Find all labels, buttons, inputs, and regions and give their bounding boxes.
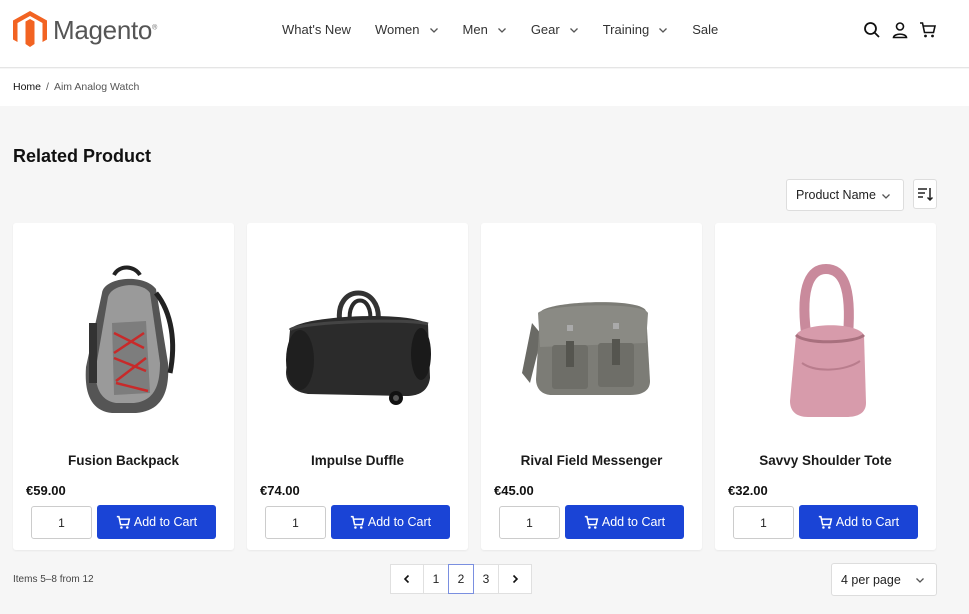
tote-image (789, 263, 866, 417)
page-button-3[interactable]: 3 (473, 564, 499, 594)
nav-item-gear[interactable]: Gear (531, 22, 579, 37)
breadcrumb-current: Aim Analog Watch (53, 81, 140, 93)
magento-logo-icon (13, 11, 47, 47)
next-page-button[interactable] (498, 564, 532, 594)
logo-text: Magento® (53, 14, 157, 45)
quantity-input[interactable] (733, 506, 794, 539)
previous-page-button[interactable] (390, 564, 424, 594)
page-button-2[interactable]: 2 (448, 564, 474, 594)
chevron-down-icon (429, 27, 438, 33)
per-page-select[interactable]: 4 per page (831, 563, 937, 596)
items-count: Items 5–8 from 12 (13, 574, 94, 585)
sort-select-value: Product Name (796, 188, 876, 202)
product-image[interactable] (13, 243, 234, 443)
product-card: Fusion Backpack €59.00 Add to Cart (13, 223, 234, 550)
add-to-cart-label: Add to Cart (835, 515, 900, 529)
product-card: Savvy Shoulder Tote €32.00 Add to Cart (715, 223, 936, 550)
product-image[interactable] (715, 243, 936, 443)
nav-item-training[interactable]: Training (603, 22, 668, 37)
duffle-image (285, 290, 431, 405)
chevron-down-icon (569, 27, 578, 33)
backpack-image (85, 265, 175, 413)
magento-logo[interactable]: Magento® (13, 11, 157, 49)
cart-icon (116, 515, 131, 529)
quantity-input[interactable] (499, 506, 560, 539)
section-title: Related Product (13, 146, 152, 166)
cart-icon (818, 515, 833, 529)
chevron-left-icon (403, 574, 410, 584)
header-actions (863, 21, 937, 39)
product-price: €74.00 (260, 483, 300, 498)
product-price: €32.00 (728, 483, 768, 498)
product-card: Rival Field Messenger €45.00 Add to Cart (481, 223, 702, 550)
nav-item-men[interactable]: Men (463, 22, 507, 37)
nav-item-sale[interactable]: Sale (692, 22, 718, 37)
chevron-down-icon (916, 578, 924, 583)
product-name[interactable]: Fusion Backpack (13, 453, 234, 468)
per-page-value: 4 per page (841, 572, 901, 587)
chevron-down-icon (882, 194, 890, 199)
breadcrumb-bar: Home / Aim Analog Watch (0, 69, 969, 106)
add-to-cart-button[interactable]: Add to Cart (799, 505, 918, 539)
page-button-1[interactable]: 1 (423, 564, 449, 594)
add-to-cart-button[interactable]: Add to Cart (97, 505, 216, 539)
product-card: Impulse Duffle €74.00 Add to Cart (247, 223, 468, 550)
pagination: 1 2 3 (390, 564, 532, 594)
search-icon[interactable] (863, 21, 881, 39)
add-to-cart-button[interactable]: Add to Cart (565, 505, 684, 539)
chevron-right-icon (512, 574, 519, 584)
breadcrumb-home[interactable]: Home (13, 81, 41, 93)
product-name[interactable]: Rival Field Messenger (481, 453, 702, 468)
breadcrumb: Home / Aim Analog Watch (13, 81, 139, 93)
add-to-cart-button[interactable]: Add to Cart (331, 505, 450, 539)
main-nav: What's New Women Men Gear Training Sale (282, 22, 742, 37)
quantity-input[interactable] (31, 506, 92, 539)
chevron-down-icon (659, 27, 668, 33)
product-image[interactable] (481, 243, 702, 443)
chevron-down-icon (497, 27, 506, 33)
cart-icon (584, 515, 599, 529)
quantity-input[interactable] (265, 506, 326, 539)
sort-descending-icon (918, 188, 933, 202)
sort-select[interactable]: Product Name (786, 179, 904, 211)
sort-direction-button[interactable] (913, 179, 937, 209)
nav-item-whats-new[interactable]: What's New (282, 22, 351, 37)
product-price: €59.00 (26, 483, 66, 498)
messenger-image (521, 302, 650, 395)
cart-icon[interactable] (919, 21, 937, 39)
cart-icon (350, 515, 365, 529)
breadcrumb-separator: / (46, 81, 49, 93)
nav-item-women[interactable]: Women (375, 22, 439, 37)
add-to-cart-label: Add to Cart (367, 515, 432, 529)
add-to-cart-label: Add to Cart (601, 515, 666, 529)
site-header: Magento® What's New Women Men Gear Train… (0, 0, 969, 68)
account-icon[interactable] (891, 21, 909, 39)
product-image[interactable] (247, 243, 468, 443)
add-to-cart-label: Add to Cart (133, 515, 198, 529)
product-name[interactable]: Impulse Duffle (247, 453, 468, 468)
product-name[interactable]: Savvy Shoulder Tote (715, 453, 936, 468)
product-price: €45.00 (494, 483, 534, 498)
